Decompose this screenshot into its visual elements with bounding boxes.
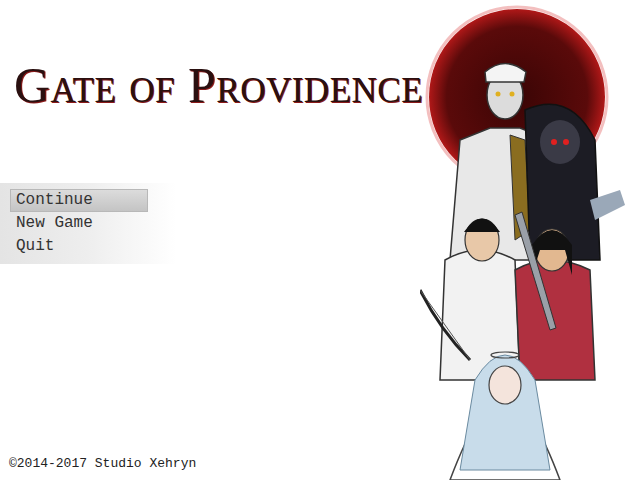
menu-item[interactable]: New Game — [10, 212, 148, 235]
menu-list: Continue New Game Quit — [10, 189, 176, 258]
title-screen: Gate of Providence ContinueNew GameQuit … — [0, 0, 640, 480]
menu-label: New Game — [16, 214, 93, 233]
footer: ©2014-2017 Studio Xehryn — [0, 450, 420, 480]
menu-label: Quit — [16, 237, 54, 256]
character-art-icon — [420, 0, 640, 480]
menu-item[interactable]: Continue — [10, 189, 148, 212]
game-title: Gate of Providence — [14, 58, 420, 113]
menu-item[interactable]: Quit — [10, 235, 148, 258]
left-column: Gate of Providence ContinueNew GameQuit … — [0, 0, 420, 480]
main-menu: Continue New Game Quit — [0, 183, 176, 264]
menu-label: Continue — [16, 191, 93, 210]
copyright-text: ©2014-2017 Studio Xehryn — [9, 456, 196, 471]
title-area: Gate of Providence — [0, 0, 420, 113]
art-column — [420, 0, 640, 480]
